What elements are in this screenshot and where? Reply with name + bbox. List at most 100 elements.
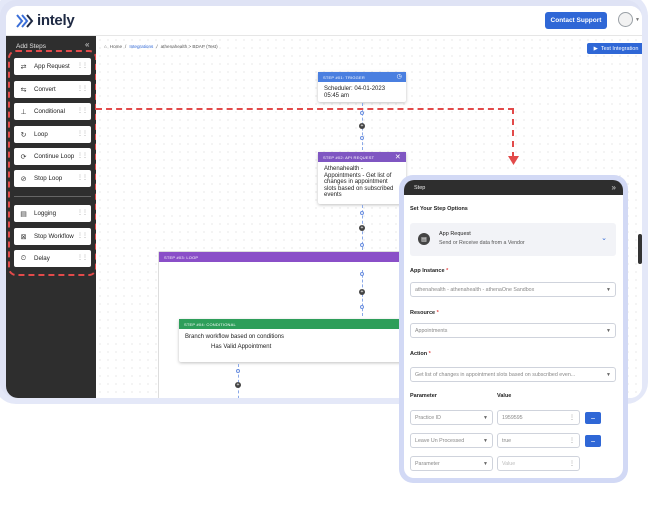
node-header: STEP #03: LOOP bbox=[159, 252, 407, 262]
double-chevron-right-icon[interactable]: » bbox=[612, 183, 616, 192]
parameter-value: Leave Un Processed bbox=[415, 437, 465, 444]
value-placeholder: Value bbox=[502, 460, 516, 467]
sidebar-item-conditional[interactable]: ⊥ Conditional ⋮⋮ bbox=[14, 103, 91, 120]
branch-icon: ⊥ bbox=[20, 108, 27, 116]
stop-workflow-icon: ⊠ bbox=[20, 233, 27, 241]
parameter-select[interactable]: Practice ID ▼ bbox=[410, 410, 493, 425]
add-step-icon[interactable]: + bbox=[359, 225, 365, 231]
node-header-label: STEP #01: TRIGGER bbox=[323, 74, 365, 80]
parameter-select[interactable]: Parameter ▼ bbox=[410, 456, 493, 471]
test-integration-button[interactable]: ▶ Test Integration bbox=[587, 43, 642, 54]
drag-connector-line bbox=[512, 108, 514, 158]
conditional-node[interactable]: STEP #04: CONDITIONAL Branch workflow ba… bbox=[179, 319, 406, 362]
connector-node-icon bbox=[360, 243, 364, 247]
logo-chevrons-icon bbox=[16, 13, 34, 28]
kebab-menu-icon[interactable]: ⋮ bbox=[569, 460, 575, 467]
app-instance-select[interactable]: athenahealth - athenahealth - athenaOne … bbox=[410, 282, 616, 297]
add-step-icon[interactable]: + bbox=[359, 289, 365, 295]
node-header-label: STEP #03: LOOP bbox=[164, 254, 199, 260]
resource-label-text: Resource bbox=[410, 310, 436, 316]
document-icon: ▤ bbox=[418, 233, 430, 245]
drag-handle-icon[interactable]: ⋮⋮ bbox=[77, 254, 88, 261]
sidebar-item-delay[interactable]: ⏲ Delay ⋮⋮ bbox=[14, 250, 91, 267]
value-input[interactable]: 1959595 ⋮ bbox=[497, 410, 580, 425]
drag-handle-icon[interactable]: ⋮⋮ bbox=[77, 85, 88, 92]
conditional-description: Branch workflow based on conditions bbox=[185, 334, 285, 340]
caret-down-icon[interactable]: ▼ bbox=[635, 17, 640, 23]
top-bar: intely Contact Support ▼ bbox=[6, 6, 642, 36]
sidebar-item-label: Stop Loop bbox=[34, 175, 63, 182]
caret-down-icon: ▼ bbox=[606, 372, 611, 378]
avatar[interactable] bbox=[618, 12, 633, 27]
sidebar-item-loop[interactable]: ↻ Loop ⋮⋮ bbox=[14, 126, 91, 143]
continue-loop-icon: ⟳ bbox=[20, 153, 27, 161]
kebab-menu-icon[interactable]: ⋮ bbox=[569, 437, 575, 444]
add-step-icon[interactable]: + bbox=[235, 382, 241, 388]
drag-handle-icon[interactable]: ⋮⋮ bbox=[77, 62, 88, 69]
drag-handle-icon[interactable]: ⋮⋮ bbox=[77, 174, 88, 181]
sidebar-item-continue-loop[interactable]: ⟳ Continue Loop ⋮⋮ bbox=[14, 148, 91, 165]
home-icon[interactable]: ⌂ bbox=[104, 44, 107, 49]
caret-down-icon: ▼ bbox=[606, 328, 611, 334]
drag-connector-line bbox=[96, 108, 514, 110]
sidebar-item-logging[interactable]: ▤ Logging ⋮⋮ bbox=[14, 205, 91, 222]
sidebar-item-stop-loop[interactable]: ⊘ Stop Loop ⋮⋮ bbox=[14, 170, 91, 187]
sidebar-item-app-request[interactable]: ⇄ App Request ⋮⋮ bbox=[14, 58, 91, 75]
caret-down-icon: ▼ bbox=[606, 287, 611, 293]
value-text: 1959595 bbox=[502, 414, 523, 421]
value-input[interactable]: true ⋮ bbox=[497, 433, 580, 448]
breadcrumb-separator: / bbox=[156, 44, 158, 49]
sidebar-item-label: Convert bbox=[34, 86, 56, 93]
canvas-scrollbar[interactable] bbox=[638, 234, 642, 264]
close-icon[interactable]: ✕ bbox=[395, 153, 401, 161]
breadcrumb-integrations[interactable]: Integrations bbox=[129, 44, 153, 49]
remove-row-button[interactable]: − bbox=[585, 412, 601, 424]
step-type-subtitle: Send or Receive data from a Vendor bbox=[439, 240, 525, 246]
value-text: true bbox=[502, 437, 512, 444]
connector-node-icon bbox=[360, 111, 364, 115]
add-step-icon[interactable]: + bbox=[359, 123, 365, 129]
api-request-node[interactable]: STEP #02: API REQUEST ✕ Athenahealth - A… bbox=[318, 152, 406, 204]
drag-handle-icon[interactable]: ⋮⋮ bbox=[77, 107, 88, 114]
breadcrumb-current: athenahealth > BDAP (Test) bbox=[160, 44, 218, 49]
remove-row-button[interactable]: − bbox=[585, 435, 601, 447]
sidebar-item-convert[interactable]: ⇆ Convert ⋮⋮ bbox=[14, 81, 91, 98]
action-value: Get list of changes in appointment slots… bbox=[415, 371, 576, 378]
drag-handle-icon[interactable]: ⋮⋮ bbox=[77, 209, 88, 216]
step-panel-frame: Step » Set Your Step Options ▤ App Reque… bbox=[399, 175, 628, 483]
value-input[interactable]: Value ⋮ bbox=[497, 456, 580, 471]
convert-icon: ⇆ bbox=[20, 86, 27, 94]
resource-select[interactable]: Appointments ▼ bbox=[410, 323, 616, 338]
breadcrumb-home[interactable]: Home bbox=[110, 44, 122, 49]
sidebar-item-label: Logging bbox=[34, 210, 57, 217]
drag-handle-icon[interactable]: ⋮⋮ bbox=[77, 232, 88, 239]
sidebar-divider bbox=[14, 196, 91, 197]
node-body: Branch workflow based on conditions Has … bbox=[179, 329, 406, 355]
node-header: STEP #04: CONDITIONAL bbox=[179, 319, 406, 329]
sidebar-item-label: Loop bbox=[34, 131, 48, 138]
chevron-down-icon: ⌄ bbox=[601, 235, 607, 242]
sidebar-item-label: App Request bbox=[34, 63, 70, 70]
action-select[interactable]: Get list of changes in appointment slots… bbox=[410, 367, 616, 382]
connector-node-icon bbox=[360, 272, 364, 276]
sidebar-item-label: Continue Loop bbox=[34, 153, 75, 160]
required-mark: * bbox=[446, 268, 449, 274]
sidebar-item-stop-workflow[interactable]: ⊠ Stop Workflow ⋮⋮ bbox=[14, 228, 91, 245]
section-title: Set Your Step Options bbox=[410, 206, 468, 212]
contact-support-button[interactable]: Contact Support bbox=[545, 12, 607, 29]
double-chevron-left-icon[interactable]: « bbox=[85, 40, 89, 49]
drag-handle-icon[interactable]: ⋮⋮ bbox=[77, 130, 88, 137]
value-column-header: Value bbox=[497, 393, 512, 399]
step-type-select[interactable]: ▤ App Request Send or Receive data from … bbox=[410, 223, 616, 256]
trigger-node[interactable]: STEP #01: TRIGGER ◷ Scheduler: 04-01-202… bbox=[318, 72, 406, 102]
play-icon: ▶ bbox=[593, 45, 598, 52]
sidebar-item-label: Delay bbox=[34, 255, 50, 262]
kebab-menu-icon[interactable]: ⋮ bbox=[569, 414, 575, 421]
node-header-label: STEP #02: API REQUEST bbox=[323, 154, 375, 160]
node-body: Scheduler: 04-01-2023 05:45 am bbox=[324, 86, 386, 99]
test-integration-label: Test Integration bbox=[600, 45, 639, 52]
arrow-down-icon bbox=[508, 156, 519, 165]
drag-handle-icon[interactable]: ⋮⋮ bbox=[77, 152, 88, 159]
connector-node-icon bbox=[236, 369, 240, 373]
parameter-select[interactable]: Leave Un Processed ▼ bbox=[410, 433, 493, 448]
